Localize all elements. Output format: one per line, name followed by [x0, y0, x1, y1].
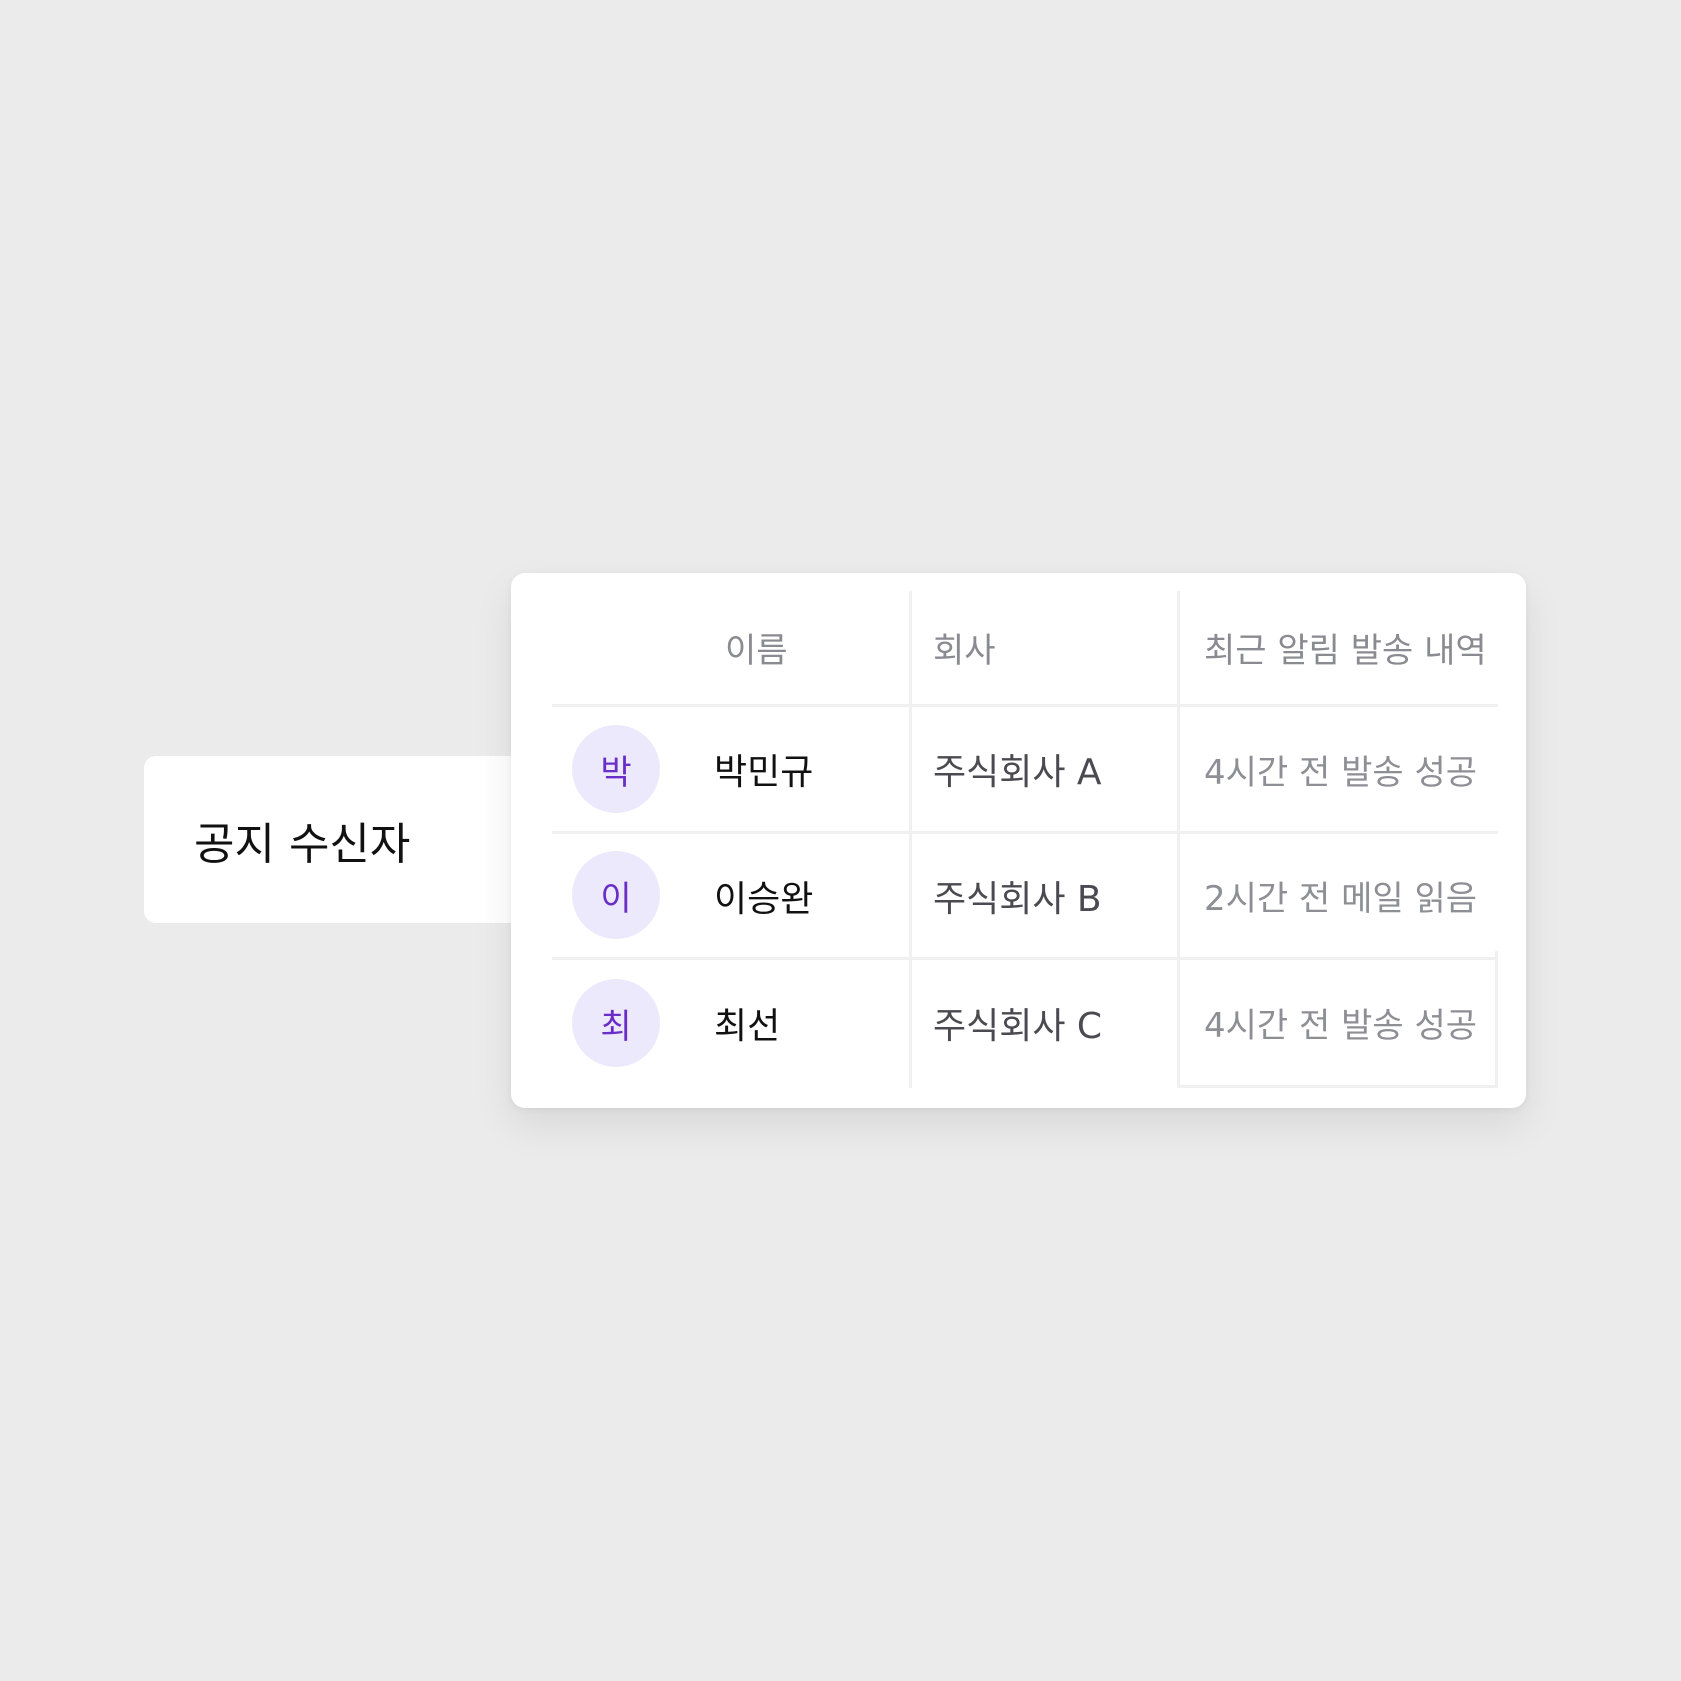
- column-divider: [1495, 951, 1498, 1088]
- row-divider: [1177, 1085, 1498, 1088]
- recipient-company: 주식회사 C: [933, 1005, 1103, 1047]
- notification-history: 4시간 전 발송 성공: [1204, 752, 1478, 793]
- avatar: 이: [572, 851, 660, 939]
- recipient-company: 주식회사 B: [933, 878, 1102, 920]
- recipient-company: 주식회사 A: [933, 752, 1102, 793]
- recipient-table: 이름 회사 최근 알림 발송 내역 박 박민규 주식회사 A 4시간 전 발송 …: [552, 591, 1498, 1088]
- recipient-table-panel: 이름 회사 최근 알림 발송 내역 박 박민규 주식회사 A 4시간 전 발송 …: [511, 573, 1526, 1108]
- column-header-name: 이름: [725, 631, 788, 671]
- label-title: 공지 수신자: [194, 818, 411, 870]
- notification-history: 2시간 전 메일 읽음: [1204, 879, 1478, 919]
- recipient-label-card: 공지 수신자: [144, 756, 524, 923]
- recipient-name: 박민규: [714, 752, 814, 793]
- notification-history: 4시간 전 발송 성공: [1204, 1006, 1478, 1046]
- recipient-name: 이승완: [714, 878, 814, 920]
- column-header-history: 최근 알림 발송 내역: [1204, 631, 1487, 671]
- column-header-company: 회사: [933, 631, 996, 671]
- avatar: 박: [572, 725, 660, 813]
- recipient-name: 최선: [714, 1005, 781, 1047]
- avatar: 최: [572, 979, 660, 1067]
